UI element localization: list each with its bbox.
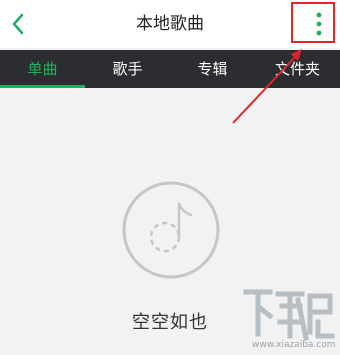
back-button[interactable] (4, 8, 32, 40)
active-tab-indicator (0, 85, 85, 88)
tab-artists[interactable]: 歌手 (85, 50, 170, 88)
tab-songs[interactable]: 单曲 (0, 50, 85, 88)
tab-albums[interactable]: 专辑 (170, 50, 255, 88)
page-title: 本地歌曲 (136, 14, 204, 34)
tab-folders[interactable]: 文件夹 (255, 50, 340, 88)
annotation-highlight-box (291, 2, 335, 43)
chevron-left-icon (12, 13, 24, 35)
music-disc-icon (122, 181, 220, 279)
top-bar: 本地歌曲 (0, 0, 340, 48)
tab-bar: 单曲 歌手 专辑 文件夹 (0, 50, 340, 88)
watermark-url: www.xiazaiba.com (252, 340, 336, 350)
